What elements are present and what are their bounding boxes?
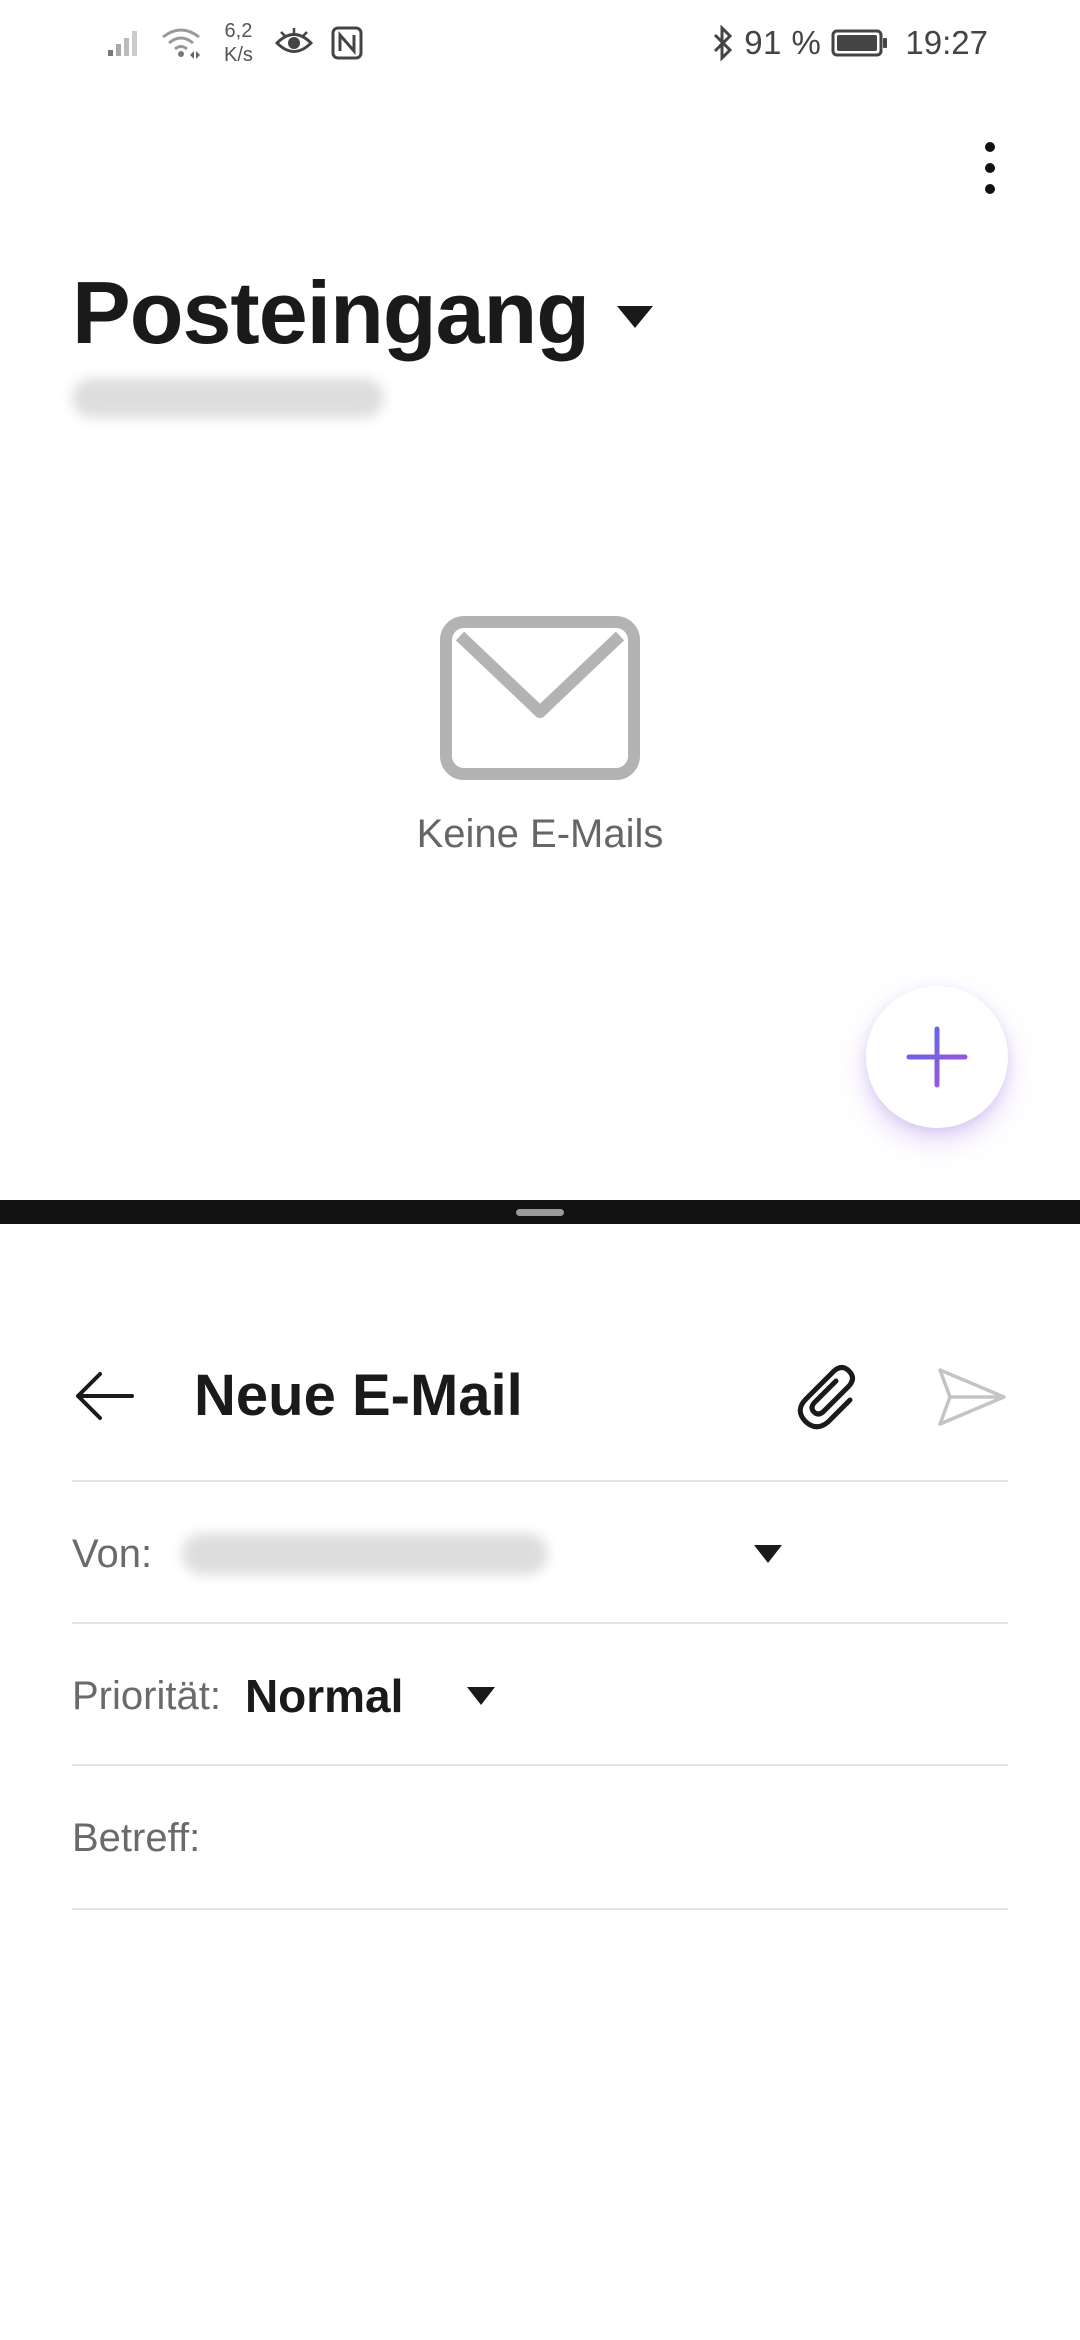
network-speed-unit: K/s: [224, 44, 253, 66]
priority-label: Priorität:: [72, 1673, 221, 1718]
attachment-icon[interactable]: [792, 1360, 864, 1432]
compose-title: Neue E-Mail: [194, 1363, 523, 1428]
status-bar-left: 6,2 K/s: [106, 18, 363, 68]
from-field[interactable]: Von:: [72, 1484, 1008, 1624]
battery-percent: 91 %: [744, 24, 822, 61]
empty-state-message: Keine E-Mails: [416, 812, 664, 856]
subject-label: Betreff:: [72, 1815, 201, 1860]
screen: 6,2 K/s 91 % 19:27 Posteingang Keine E-M…: [0, 0, 1080, 2340]
plus-icon: [906, 1026, 968, 1088]
chevron-down-icon[interactable]: [754, 1545, 783, 1563]
status-bar-right: 91 % 19:27: [712, 18, 988, 68]
clock: 19:27: [905, 24, 988, 61]
priority-value: Normal: [244, 1670, 404, 1722]
divider: [72, 1908, 1008, 1910]
send-icon[interactable]: [936, 1366, 1008, 1428]
chevron-down-icon: [617, 306, 654, 328]
nfc-icon: [331, 26, 363, 60]
priority-field[interactable]: Priorität: Normal: [72, 1626, 1008, 1766]
divider: [72, 1622, 1008, 1624]
eye-icon: [274, 28, 313, 53]
network-speed: 6,2 K/s: [224, 19, 253, 67]
from-label: Von:: [72, 1531, 153, 1576]
page-title: Posteingang: [72, 263, 590, 362]
mail-icon: [440, 616, 640, 780]
account-email-redacted: [72, 378, 384, 418]
status-bar: 6,2 K/s 91 % 19:27: [0, 0, 1080, 84]
back-arrow-icon[interactable]: [72, 1364, 136, 1428]
compose-header: Neue E-Mail: [0, 1340, 1080, 1450]
compose-fab-button[interactable]: [866, 986, 1008, 1128]
divider: [72, 1480, 1008, 1482]
more-vert-dot: [985, 163, 995, 173]
chevron-down-icon[interactable]: [467, 1687, 496, 1705]
subject-field[interactable]: Betreff:: [72, 1768, 1008, 1908]
message-body-input[interactable]: [72, 1912, 1008, 2312]
network-speed-value: 6,2: [224, 20, 253, 42]
more-vert-icon: [985, 142, 995, 152]
divider: [72, 1764, 1008, 1766]
more-options-button[interactable]: [966, 132, 1014, 204]
mailbox-selector[interactable]: Posteingang: [72, 262, 654, 364]
signal-icon: [108, 31, 137, 56]
split-screen-divider[interactable]: [0, 1200, 1080, 1224]
bluetooth-icon: [714, 25, 733, 61]
battery-icon: [831, 29, 888, 57]
from-account-redacted: [182, 1533, 549, 1575]
drag-handle[interactable]: [516, 1209, 564, 1216]
wifi-icon: [162, 28, 200, 59]
more-vert-dot: [985, 184, 995, 194]
